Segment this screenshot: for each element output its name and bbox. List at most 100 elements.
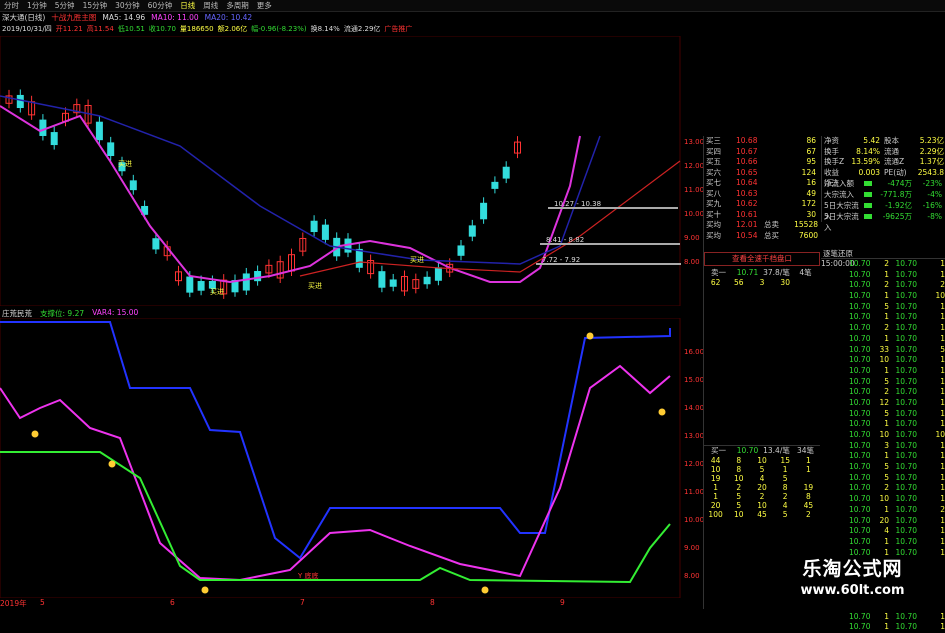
ad-link[interactable]: 广告推广 (384, 24, 412, 34)
ob-price: 10.64 (736, 178, 758, 187)
queue-cell: 10 (734, 474, 744, 483)
ob-level: 买五 (706, 157, 721, 166)
tick-price: 10.70 (849, 269, 871, 279)
queue-cell: 1 (713, 483, 718, 492)
queue-cell: 2 (806, 510, 811, 519)
orderbook-summary-row: 买均 10.54 总买 7600 (704, 231, 820, 242)
stat-row: 换手Z 13.59% 流通Z 1.37亿 (822, 157, 945, 168)
flow-bar (864, 181, 872, 186)
stat-value: 5.23亿 (919, 136, 944, 145)
tick-time (821, 345, 849, 356)
tick-qty: 2 (884, 483, 889, 493)
ma5-label: MA5: 14.96 (102, 13, 146, 22)
queue-cell: 44 (710, 456, 721, 465)
price-tick: 9.00 (684, 234, 700, 242)
tick-row: 10.70 1 10.70 1 (821, 537, 945, 548)
tick-price: 10.70 (849, 365, 871, 375)
tick-time (821, 612, 849, 623)
tick-row: 10.70 1 10.70 2 (821, 505, 945, 516)
queue-cell: 5 (759, 465, 765, 474)
indicator-chart[interactable]: 16.00 15.00 14.00 13.00 12.00 11.00 10.00 9.00 8… (0, 318, 703, 598)
candle (50, 132, 58, 146)
quote-amount: 额2.06亿 (217, 24, 248, 33)
candle (186, 276, 194, 293)
summary-value: 15528 (794, 220, 818, 229)
orderbook-summary-row: 买均 12.01 总卖 15528 (704, 220, 820, 231)
period-tab[interactable]: 15分钟 (81, 0, 110, 11)
tick-row: 10.70 12 10.70 1 (821, 398, 945, 409)
tick-qty-2: 2 (940, 504, 945, 514)
period-tab[interactable]: 周线 (201, 0, 220, 11)
queue-cell: 3 (759, 278, 765, 287)
queue-cell: 19 (803, 483, 814, 492)
sub-chart-frame (0, 318, 681, 598)
queue-cell: 62 (710, 278, 721, 287)
tick-price: 10.70 (849, 494, 871, 504)
candlestick-chart[interactable]: 13.00 12.00 11.00 10.00 9.00 8.00 10.27 - 10.3… (0, 36, 703, 306)
tick-row: 10.70 1 10.70 10 (821, 291, 945, 302)
tick-qty-2: 1 (940, 387, 945, 397)
stock-header: 深大通(日线) 十战九胜主图 MA5: 14.96 MA10: 11.00 MA… (0, 12, 700, 23)
flow-row: 净流入额 -474万 -23% (822, 178, 945, 189)
tick-qty: 1 (884, 536, 889, 546)
ob-level: 买三 (706, 136, 721, 145)
tick-qty-2: 1 (940, 333, 945, 343)
summary-price: 10.54 (736, 230, 758, 240)
tick-price-2: 10.70 (895, 504, 917, 514)
tick-row: 10.70 5 10.70 1 (821, 302, 945, 313)
candle (16, 94, 24, 109)
quote-low: 低10.51 (117, 24, 145, 33)
queue-cell: 100 (708, 510, 723, 519)
stat-row: 收益(三) 0.003 PE(动) 2543.8 (822, 167, 945, 188)
stat-value: 2.29亿 (919, 146, 944, 156)
tick-time (821, 409, 849, 420)
tick-time (821, 483, 849, 494)
period-tab[interactable]: 30分钟 (113, 0, 142, 11)
period-tab[interactable]: 更多 (255, 0, 274, 11)
full-depth-link[interactable]: 查看全速千档盘口 (704, 252, 820, 266)
queue-cell: 20 (710, 501, 721, 510)
stat-key: 收益(三) (824, 167, 839, 188)
tick-time (821, 537, 849, 548)
queue-head: 卖一 10.71 37.8/笔 4笔 (704, 268, 820, 278)
tick-row: 10.70 10 10.70 1 (821, 494, 945, 505)
indicator-name[interactable]: 十战九胜主图 (51, 12, 96, 23)
main-chart-frame (0, 36, 681, 306)
tick-price: 10.70 (849, 291, 871, 301)
summary-key: 总买 (764, 230, 779, 240)
tick-qty: 5 (884, 472, 889, 482)
price-tick: 12.00 (684, 162, 703, 170)
tick-row: 10.70 4 10.70 1 (821, 526, 945, 537)
tick-price: 10.70 (849, 333, 871, 343)
price-tick: 8.00 (684, 258, 700, 266)
tick-time (821, 526, 849, 537)
period-tab[interactable]: 60分钟 (146, 0, 175, 11)
queue-cell: 2 (759, 492, 765, 501)
tick-price: 10.70 (849, 408, 871, 418)
tick-time (821, 462, 849, 473)
tick-qty-2: 1 (940, 376, 945, 386)
flow-bar (864, 192, 872, 197)
tick-price-2: 10.70 (895, 280, 917, 290)
tick-price-2: 10.70 (895, 419, 917, 429)
period-tab[interactable]: 分时 (2, 0, 21, 11)
period-tab[interactable]: 日线 (178, 0, 197, 11)
candle (152, 238, 160, 250)
tick-price: 10.70 (849, 344, 871, 354)
flow-bar (864, 214, 872, 219)
tick-price-2: 10.70 (895, 376, 917, 386)
period-tab[interactable]: 5分钟 (53, 0, 77, 11)
ma10-label: MA10: 11.00 (151, 13, 199, 22)
flow-value: -9625万 (882, 212, 912, 221)
period-tab[interactable]: 多周期 (224, 0, 251, 11)
tick-time (821, 366, 849, 377)
period-tab[interactable]: 1分钟 (25, 0, 49, 11)
indicator-tick: 14.00 (684, 404, 703, 412)
queue-head-cell: 买一 (711, 446, 726, 455)
flow-percent: -8% (927, 212, 942, 221)
tick-qty: 1 (884, 365, 889, 375)
queue-cell: 56 (734, 278, 744, 287)
tick-qty: 2 (884, 387, 889, 397)
queue-cell: 20 (757, 483, 767, 492)
candle (321, 224, 329, 240)
